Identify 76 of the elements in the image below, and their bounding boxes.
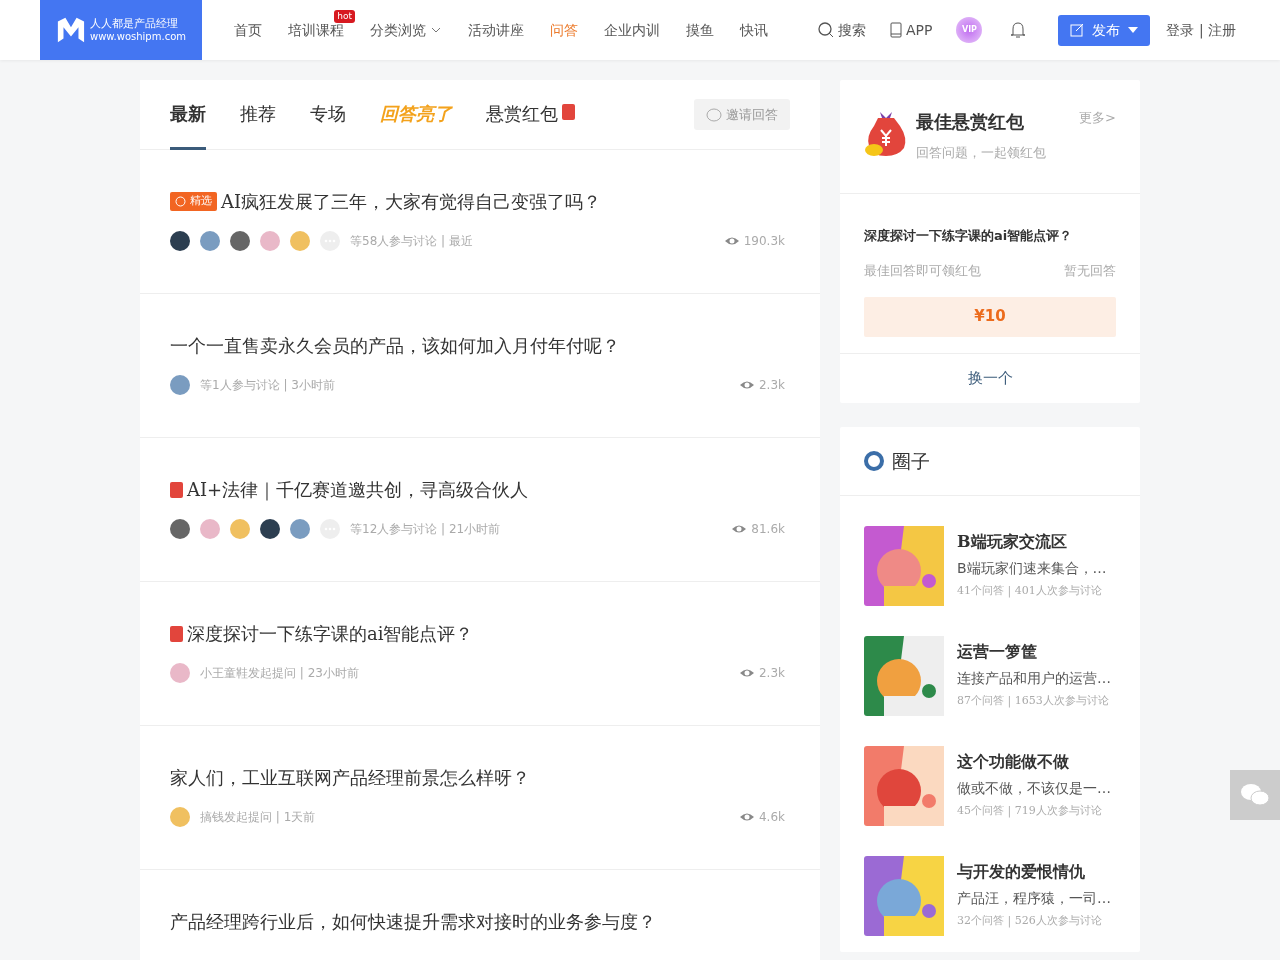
featured-badge: 精选 — [170, 192, 217, 211]
edit-icon — [1070, 23, 1085, 37]
search-link[interactable]: 搜索 — [818, 19, 866, 41]
question-title[interactable]: 一个一直售卖永久会员的产品，该如何加入月付年付呢？ — [170, 332, 620, 359]
circle-name[interactable]: 这个功能做不做 — [957, 750, 1111, 774]
envelope-icon — [170, 481, 183, 498]
switch-button[interactable]: 换一个 — [840, 352, 1140, 403]
tab[interactable]: 最新 — [170, 79, 206, 150]
question-title[interactable]: AI疯狂发展了三年，大家有觉得自己变强了吗？ — [221, 188, 602, 215]
site-name: 人人都是产品经理 — [89, 17, 179, 31]
eye-icon — [738, 379, 755, 391]
card-title: 最佳悬赏红包 — [916, 110, 1024, 134]
circle-description: 产品汪，程序猿，一司… — [957, 889, 1111, 908]
question-title[interactable]: AI+法律｜千亿赛道邀共创，寻高级合伙人 — [187, 476, 529, 503]
question-meta: 等58人参与讨论 | 最近 — [350, 233, 473, 250]
circle-description: 做或不做，不该仅是一… — [957, 779, 1111, 798]
site-url: www.woshipm.com — [89, 30, 186, 43]
eye-icon — [731, 523, 748, 535]
envelope-icon — [562, 103, 575, 120]
envelope-icon — [170, 625, 183, 642]
question-meta: 小王童鞋发起提问 | 23小时前 — [200, 665, 359, 682]
nav-link[interactable]: 首页 — [234, 19, 262, 41]
avatar[interactable] — [260, 519, 280, 539]
eye-icon — [738, 667, 755, 679]
circle-stats: 45个问答 | 719人次参与讨论 — [957, 803, 1103, 820]
avatar[interactable] — [170, 231, 190, 251]
bell-icon — [1010, 21, 1027, 39]
view-count: 2.3k — [738, 664, 785, 682]
question-title[interactable]: 产品经理跨行业后，如何快速提升需求对接时的业务参与度？ — [170, 908, 656, 935]
nav-link[interactable]: 摸鱼 — [686, 19, 714, 41]
medal-icon — [175, 196, 186, 207]
reward-hint: 最佳回答即可领红包 — [864, 262, 981, 280]
login-link[interactable]: 登录 | 注册 — [1166, 19, 1237, 41]
circle-stats: 41个问答 | 401人次参与讨论 — [957, 583, 1103, 600]
circle-stats: 32个问答 | 526人次参与讨论 — [957, 913, 1103, 930]
question-title[interactable]: 家人们，工业互联网产品经理前景怎么样呀？ — [170, 764, 530, 791]
answer-status: 暂无回答 — [1064, 262, 1116, 280]
wechat-button[interactable] — [1230, 770, 1280, 820]
search-icon — [818, 22, 834, 38]
wechat-icon — [1240, 782, 1270, 808]
logo-icon — [56, 15, 86, 45]
circle-stats: 87个问答 | 1653人次参与讨论 — [957, 693, 1110, 710]
reward-question[interactable]: 深度探讨一下练字课的ai智能点评？ — [864, 225, 1116, 245]
view-count: 2.3k — [738, 376, 785, 394]
view-count: 4.6k — [738, 808, 785, 826]
nav-link[interactable]: 企业内训 — [604, 19, 660, 41]
nav-link[interactable]: 活动讲座 — [468, 19, 524, 41]
app-link[interactable]: APP — [890, 19, 933, 41]
avatar[interactable] — [230, 231, 250, 251]
tab[interactable]: 悬赏红包 — [486, 79, 575, 150]
view-count: 190.3k — [723, 232, 785, 250]
hot-badge: hot — [334, 9, 355, 23]
tab[interactable]: 专场 — [310, 79, 346, 150]
question-meta: 等12人参与讨论 | 21小时前 — [350, 521, 501, 538]
view-count: 81.6k — [731, 520, 785, 538]
circle-description: B端玩家们速来集合，… — [957, 559, 1107, 578]
caret-icon — [1128, 27, 1139, 33]
question-title[interactable]: 深度探讨一下练字课的ai智能点评？ — [187, 620, 474, 647]
eye-icon — [738, 811, 755, 823]
question-meta: 搞钱发起提问 | 1天前 — [200, 809, 316, 826]
circle-name[interactable]: 运营一箩筐 — [957, 640, 1111, 664]
question-meta: 等1人参与讨论 | 3小时前 — [200, 377, 335, 394]
circle-name[interactable]: B端玩家交流区 — [957, 530, 1107, 554]
nav-link[interactable]: 分类浏览 — [370, 19, 426, 41]
nav-link[interactable]: 快讯 — [740, 19, 768, 41]
tab[interactable]: 推荐 — [240, 79, 276, 150]
circle-description: 连接产品和用户的运营… — [957, 669, 1111, 688]
avatar[interactable] — [170, 519, 190, 539]
circle-name[interactable]: 与开发的爱恨情仇 — [957, 860, 1111, 884]
eye-icon — [723, 235, 740, 247]
publish-button[interactable]: 发布 — [1058, 14, 1151, 46]
logo[interactable]: 人人都是产品经理 www.woshipm.com — [40, 0, 202, 60]
section-title: 圈子 — [892, 448, 930, 474]
chat-icon — [706, 107, 722, 122]
phone-icon — [890, 22, 902, 38]
circle-icon — [864, 450, 884, 471]
